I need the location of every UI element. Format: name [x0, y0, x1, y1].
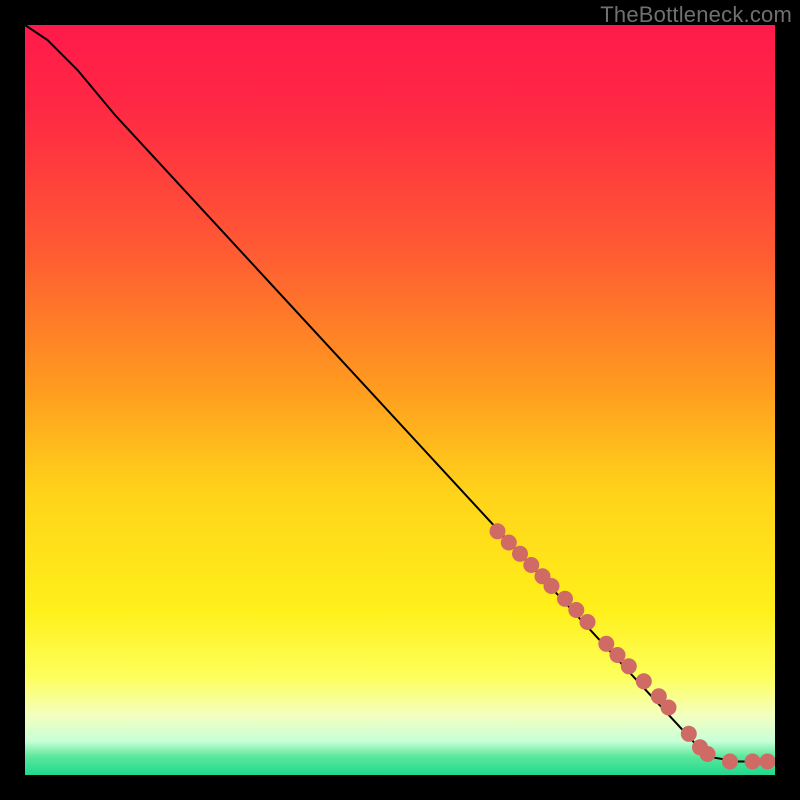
plot-area: [25, 25, 775, 775]
data-marker: [621, 658, 637, 674]
data-marker: [760, 754, 776, 770]
watermark-text: TheBottleneck.com: [600, 2, 792, 28]
chart-svg: [25, 25, 775, 775]
data-marker: [580, 614, 596, 630]
data-marker: [610, 647, 626, 663]
data-marker: [636, 673, 652, 689]
gradient-background: [25, 25, 775, 775]
chart-frame: TheBottleneck.com: [0, 0, 800, 800]
data-marker: [700, 746, 716, 762]
data-marker: [722, 754, 738, 770]
data-marker: [661, 700, 677, 716]
data-marker: [745, 754, 761, 770]
data-marker: [544, 578, 560, 594]
data-marker: [681, 726, 697, 742]
data-marker: [568, 602, 584, 618]
